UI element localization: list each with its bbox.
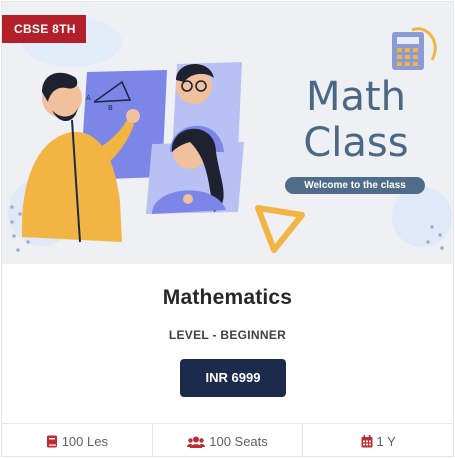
svg-text:B: B [108, 104, 113, 112]
course-level: LEVEL - BEGINNER [168, 328, 287, 342]
course-title: Mathematics [162, 286, 293, 309]
class-badge: CBSE 8TH [2, 15, 86, 43]
course-stats: 100 Les 100 Seats 1 Y [2, 423, 453, 456]
users-icon [187, 436, 206, 448]
stat-duration: 1 Y [303, 424, 453, 456]
banner-title-line1: Math [305, 74, 407, 120]
banner-subtitle: Welcome to the class [285, 177, 425, 194]
course-card[interactable]: B A Math Class Welcome to the class CBSE… [1, 1, 454, 457]
svg-text:A: A [86, 94, 91, 102]
banner-title-line2: Class [303, 120, 409, 166]
banner-title: Math Class [298, 74, 414, 166]
stat-lessons-label: 100 Les [61, 434, 108, 449]
stat-lessons: 100 Les [2, 424, 153, 456]
book-icon [46, 435, 57, 448]
stat-seats: 100 Seats [153, 424, 304, 456]
calendar-icon [361, 435, 373, 448]
stat-duration-label: 1 Y [376, 434, 396, 449]
price-button[interactable]: INR 6999 [180, 359, 286, 397]
stat-seats-label: 100 Seats [209, 434, 268, 449]
